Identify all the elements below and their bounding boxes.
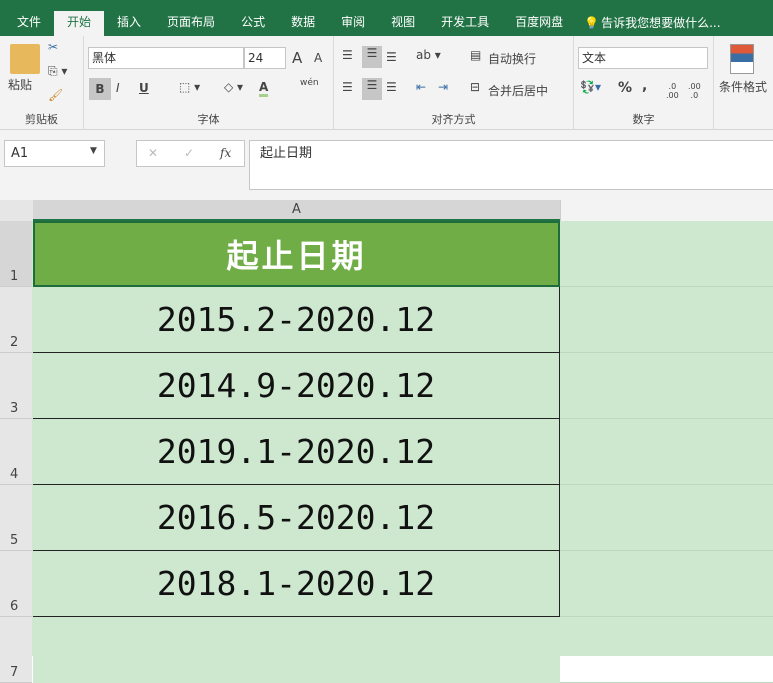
enter-button[interactable]: ✓	[184, 146, 194, 160]
data-cell[interactable]: 2016.5-2020.12	[33, 485, 560, 551]
align-top-icon[interactable]: ☰	[342, 48, 353, 62]
underline-button[interactable]: U	[139, 81, 149, 95]
row-header[interactable]: 4	[0, 419, 32, 485]
row-header[interactable]: 2	[0, 287, 32, 353]
gridline	[560, 418, 773, 419]
tab-data[interactable]: 数据	[278, 11, 328, 35]
italic-button[interactable]: I	[116, 81, 120, 95]
decrease-indent-icon[interactable]: ⇤	[416, 80, 426, 94]
align-right-icon[interactable]: ☰	[386, 80, 397, 94]
font-label: 字体	[197, 113, 220, 126]
tab-baidu[interactable]: 百度网盘	[502, 11, 576, 35]
tell-me-search[interactable]: 告诉我您想要做什么...	[601, 12, 720, 36]
cut-icon[interactable]: ✂	[48, 40, 58, 54]
tab-home[interactable]: 开始	[54, 11, 105, 36]
row-header[interactable]: 1	[0, 221, 32, 287]
data-cell[interactable]: 2018.1-2020.12	[33, 551, 560, 617]
wrap-text-button[interactable]: 自动换行	[488, 50, 536, 67]
select-all-button[interactable]	[0, 200, 33, 221]
tab-review[interactable]: 审阅	[328, 11, 378, 35]
gridline	[560, 616, 773, 617]
font-name-select[interactable]: 黑体	[88, 47, 244, 69]
data-cell[interactable]: 2014.9-2020.12	[33, 353, 560, 419]
styles-group: 条件格式	[714, 36, 773, 130]
column-header-empty	[560, 200, 773, 221]
font-color-button[interactable]: A	[259, 80, 269, 97]
orientation-icon[interactable]: ab ▾	[416, 48, 441, 62]
data-cell[interactable]	[33, 617, 560, 683]
align-left-icon[interactable]: ☰	[342, 80, 353, 94]
tab-insert[interactable]: 插入	[104, 11, 154, 35]
align-bottom-icon[interactable]: ☰	[386, 50, 397, 64]
gridline	[560, 352, 773, 353]
header-cell[interactable]: 起止日期	[33, 221, 560, 287]
tab-page-layout[interactable]: 页面布局	[154, 11, 228, 35]
row-header[interactable]: 6	[0, 551, 32, 617]
number-format-select[interactable]: 文本	[578, 47, 708, 69]
copy-icon[interactable]: ⎘ ▾	[48, 64, 67, 79]
font-size-select[interactable]: 24	[244, 47, 286, 69]
format-painter-icon[interactable]: 🖌	[48, 88, 63, 102]
gridline	[560, 550, 773, 551]
lightbulb-icon: 💡	[584, 16, 600, 30]
align-center-icon[interactable]: ☰	[362, 78, 382, 100]
worksheet: A 1 起止日期 2 2015.2-2020.12 3 2014.9-2020.12 4 20…	[0, 200, 773, 683]
cancel-button[interactable]: ✕	[148, 146, 158, 160]
row-header[interactable]: 5	[0, 485, 32, 551]
conditional-format-button[interactable]: 条件格式	[719, 78, 767, 95]
alignment-label: 对齐方式	[431, 113, 476, 126]
gridline	[560, 484, 773, 485]
increase-indent-icon[interactable]: ⇥	[438, 80, 448, 94]
decrease-decimal-icon[interactable]: .00.0	[688, 82, 701, 100]
merge-icon[interactable]: ⊟	[470, 80, 480, 94]
data-cell[interactable]: 2015.2-2020.12	[33, 287, 560, 353]
font-group: 黑体 24 A A B I U ⬚ ▾ ◇ ▾ A wén 字体	[84, 36, 334, 130]
paste-button[interactable]: 粘贴	[8, 76, 32, 93]
ribbon: 粘贴 ✂ ⎘ ▾ 🖌 剪贴板 黑体 24 A A B I U ⬚ ▾ ◇ ▾ A…	[0, 36, 773, 130]
percent-button[interactable]: %	[618, 80, 632, 96]
bold-button[interactable]: B	[89, 78, 111, 100]
formula-input[interactable]: 起止日期	[249, 140, 773, 190]
name-box-dropdown-icon[interactable]: ▼	[90, 146, 97, 156]
number-label: 数字	[632, 113, 655, 126]
shrink-font-button[interactable]: A	[314, 51, 322, 65]
phonetic-button[interactable]: wén	[300, 78, 319, 88]
conditional-format-icon[interactable]	[730, 44, 754, 74]
column-header-a[interactable]: A	[33, 200, 560, 221]
ribbon-tabs: 文件 开始 插入 页面布局 公式 数据 审阅 视图 开发工具 百度网盘 💡 告诉…	[0, 0, 773, 36]
number-group: 文本 💱▾ % , .0.00 .00.0 数字	[574, 36, 714, 130]
accounting-icon[interactable]: 💱▾	[580, 80, 601, 94]
alignment-group: ☰ ☰ ☰ ab ▾ ▤ 自动换行 ☰ ☰ ☰ ⇤ ⇥ ⊟ 合并后居中 对齐方式	[334, 36, 574, 130]
merge-center-button[interactable]: 合并后居中	[488, 82, 548, 99]
wrap-text-icon[interactable]: ▤	[470, 48, 481, 62]
insert-function-button[interactable]: fx	[220, 146, 231, 160]
comma-button[interactable]: ,	[642, 78, 647, 94]
tab-formulas[interactable]: 公式	[228, 11, 278, 35]
data-cell[interactable]: 2019.1-2020.12	[33, 419, 560, 485]
align-middle-icon[interactable]: ☰	[362, 46, 382, 68]
row-header[interactable]: 3	[0, 353, 32, 419]
paste-icon[interactable]	[10, 44, 40, 74]
tab-file[interactable]: 文件	[4, 11, 54, 35]
clipboard-label: 剪贴板	[25, 113, 58, 126]
row-header[interactable]: 7	[0, 617, 32, 683]
fill-color-icon[interactable]: ◇ ▾	[224, 80, 243, 94]
border-icon[interactable]: ⬚ ▾	[179, 80, 200, 94]
grow-font-button[interactable]: A	[292, 49, 302, 67]
tab-developer[interactable]: 开发工具	[428, 11, 502, 35]
gridline	[560, 286, 773, 287]
increase-decimal-icon[interactable]: .0.00	[666, 82, 679, 100]
formula-bar: A1 ▼ ✕ ✓ fx 起止日期	[0, 130, 773, 200]
tab-view[interactable]: 视图	[378, 11, 428, 35]
clipboard-group: 粘贴 ✂ ⎘ ▾ 🖌 剪贴板	[0, 36, 84, 130]
